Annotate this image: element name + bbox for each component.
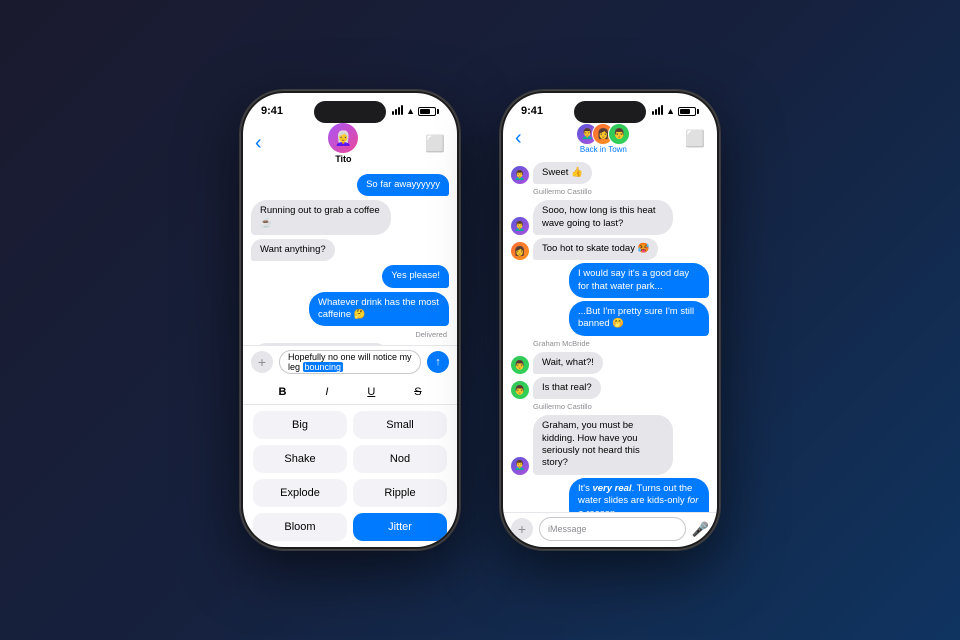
dynamic-island-right: [574, 101, 646, 123]
effect-jitter[interactable]: Jitter: [353, 513, 447, 541]
bubble-received: Too hot to skate today 🥵: [533, 238, 658, 260]
battery-left: [418, 107, 439, 116]
bubble-received: Graham, you must be kidding. How have yo…: [533, 415, 673, 474]
message-row: 👨‍🦱 Sweet 👍: [511, 162, 709, 184]
back-button-left[interactable]: ‹: [255, 132, 262, 155]
plus-button-left[interactable]: +: [251, 351, 273, 373]
time-left: 9:41: [261, 105, 283, 117]
message-row: 👨‍🦱 Graham, you must be kidding. How hav…: [511, 415, 709, 474]
nav-center-right[interactable]: 👨‍🦱 👩 👨 Back in Town: [576, 123, 630, 154]
left-phone: 9:41 ▲: [240, 90, 460, 550]
input-row-left: + Hopefully no one will notice my leg bo…: [251, 350, 449, 374]
message-row: So far awayyyyyy: [251, 174, 449, 196]
message-row: Running out to grab a coffee ☕: [251, 200, 449, 235]
contact-avatar-left: 👩‍🦳: [328, 123, 358, 153]
avatar-guillermo-3: 👨‍🦱: [511, 457, 529, 475]
bubble-received: Sweet 👍: [533, 162, 592, 184]
time-right: 9:41: [521, 105, 543, 117]
message-row: It's very real. Turns out the water slid…: [511, 478, 709, 512]
bubble-sent: So far awayyyyyy: [357, 174, 449, 196]
send-button-left[interactable]: ↑: [427, 351, 449, 373]
sender-name-guillermo-2: Guillermo Castillo: [533, 402, 709, 411]
bubble-sent: Whatever drink has the most caffeine 🤔: [309, 292, 449, 327]
mic-button-right[interactable]: 🎤: [692, 521, 709, 538]
message-input-right[interactable]: iMessage: [539, 517, 686, 541]
battery-right: [678, 107, 699, 116]
input-area-left: + Hopefully no one will notice my leg bo…: [243, 345, 457, 380]
message-row: Want anything?: [251, 239, 449, 261]
video-button-right[interactable]: ⬜: [685, 129, 705, 149]
group-avatar-3: 👨: [608, 123, 630, 145]
effect-explode[interactable]: Explode: [253, 479, 347, 507]
message-row: 👩 Too hot to skate today 🥵: [511, 238, 709, 260]
underline-button[interactable]: U: [361, 384, 381, 400]
bubble-received: Is that real?: [533, 377, 601, 399]
avatar-graham-2: 👨: [511, 381, 529, 399]
message-row: 👨 Wait, what?!: [511, 352, 709, 374]
italic-text-2: for a reason: [578, 495, 698, 512]
input-text-left: Hopefully no one will notice my leg boun…: [288, 352, 412, 372]
message-row: 👨‍🦱 Sooo, how long is this heat wave goi…: [511, 200, 709, 235]
signal-right: [652, 107, 663, 115]
strikethrough-button[interactable]: S: [408, 384, 427, 400]
nav-header-right: ‹ 👨‍🦱 👩 👨 Back in Town ⬜: [503, 121, 717, 160]
message-row: ...But I'm pretty sure I'm still banned …: [511, 301, 709, 336]
sender-name-label: Guillermo Castillo: [533, 187, 709, 196]
effect-big[interactable]: Big: [253, 411, 347, 439]
video-button-left[interactable]: ⬜: [425, 134, 445, 154]
status-icons-right: ▲: [652, 106, 699, 116]
back-button-right[interactable]: ‹: [515, 127, 522, 150]
bold-text: very real: [592, 483, 631, 494]
bubble-received: Running out to grab a coffee ☕: [251, 200, 391, 235]
effect-shake[interactable]: Shake: [253, 445, 347, 473]
wifi-right: ▲: [666, 106, 675, 116]
effect-grid: Big Small Shake Nod Explode Ripple Bloom…: [243, 405, 457, 547]
group-name: Back in Town: [580, 145, 627, 154]
wifi-left: ▲: [406, 106, 415, 116]
avatar-graham: 👨: [511, 356, 529, 374]
nav-center-left[interactable]: 👩‍🦳 Tito: [328, 123, 358, 164]
message-row: Whatever drink has the most caffeine 🤔: [251, 292, 449, 327]
effect-small[interactable]: Small: [353, 411, 447, 439]
effect-nod[interactable]: Nod: [353, 445, 447, 473]
messages-area-left: So far awayyyyyy Running out to grab a c…: [243, 170, 457, 345]
avatar-guillermo: 👨‍🦱: [511, 166, 529, 184]
bubble-received: Want anything?: [251, 239, 335, 261]
avatar-guillermo-2: 👨‍🦱: [511, 217, 529, 235]
message-row: 👨 Is that real?: [511, 377, 709, 399]
input-area-right: + iMessage 🎤: [503, 512, 717, 547]
delivered-label: Delivered: [251, 330, 447, 339]
message-row: I would say it's a good day for that wat…: [511, 263, 709, 298]
avatar-skater: 👩: [511, 242, 529, 260]
effect-ripple[interactable]: Ripple: [353, 479, 447, 507]
message-row: Yes please!: [251, 265, 449, 287]
bubble-sent: Yes please!: [382, 265, 449, 287]
bubble-sent: I would say it's a good day for that wat…: [569, 263, 709, 298]
bubble-received: Wait, what?!: [533, 352, 603, 374]
italic-text: very real: [592, 483, 631, 494]
bold-button[interactable]: B: [272, 384, 292, 400]
selected-text: bouncing: [303, 362, 344, 372]
messages-area-right: 👨‍🦱 Sweet 👍 Guillermo Castillo 👨‍🦱 Sooo,…: [503, 160, 717, 512]
signal-left: [392, 107, 403, 115]
dynamic-island-left: [314, 101, 386, 123]
plus-button-right[interactable]: +: [511, 518, 533, 540]
format-toolbar: B I U S: [243, 380, 457, 405]
group-avatars: 👨‍🦱 👩 👨: [576, 123, 630, 145]
bubble-sent-formatted: It's very real. Turns out the water slid…: [569, 478, 709, 512]
effect-bloom[interactable]: Bloom: [253, 513, 347, 541]
nav-header-left: ‹ 👩‍🦳 Tito ⬜: [243, 121, 457, 170]
sender-name-graham: Graham McBride: [533, 339, 709, 348]
status-icons-left: ▲: [392, 106, 439, 116]
bubble-received: Sooo, how long is this heat wave going t…: [533, 200, 673, 235]
bubble-sent: ...But I'm pretty sure I'm still banned …: [569, 301, 709, 336]
italic-button[interactable]: I: [319, 384, 334, 400]
contact-name-left: Tito: [335, 154, 351, 164]
input-row-right: + iMessage 🎤: [511, 517, 709, 541]
input-placeholder-right: iMessage: [548, 524, 587, 534]
message-input-left[interactable]: Hopefully no one will notice my leg boun…: [279, 350, 421, 374]
right-phone: 9:41 ▲: [500, 90, 720, 550]
